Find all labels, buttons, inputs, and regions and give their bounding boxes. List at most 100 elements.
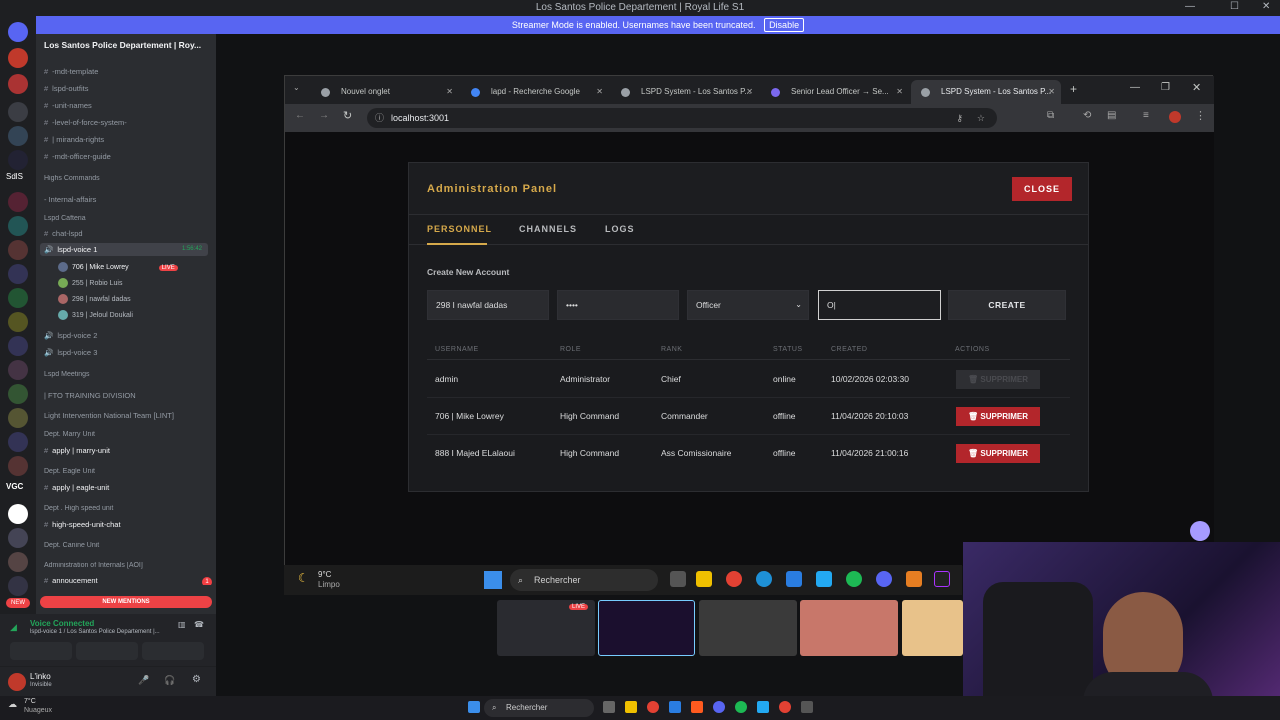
channel-internal-affairs[interactable]: - Internal-affairs	[44, 195, 212, 204]
tab-personnel[interactable]: PERSONNEL	[427, 215, 491, 245]
file-explorer-icon[interactable]	[696, 571, 712, 587]
voice-channel-2[interactable]: 🔊 lspd-voice 2	[44, 331, 212, 340]
role-select[interactable]: Officer ⌄	[687, 290, 809, 320]
channel-highspeed-chat[interactable]: # high-speed-unit-chat	[44, 520, 212, 529]
close-tab-icon[interactable]: ✕	[446, 80, 453, 104]
new-tab-icon[interactable]: +	[1070, 82, 1077, 96]
windows-start-icon[interactable]	[484, 571, 502, 589]
window-thumbnail[interactable]: LIVE	[497, 600, 595, 656]
avatar[interactable]	[8, 673, 26, 691]
signal-icon[interactable]: ◢	[10, 622, 22, 632]
file-explorer-icon[interactable]	[625, 701, 637, 713]
voice-user[interactable]: 706 | Mike Lowrey LIVE	[58, 262, 178, 272]
browser-tab-active[interactable]: LSPD System - Los Santos P... ✕	[911, 80, 1061, 104]
window-thumbnail[interactable]	[800, 600, 898, 656]
server-icon[interactable]	[8, 384, 28, 404]
category-high-commands[interactable]: Highs Commands	[44, 175, 212, 182]
discord-icon[interactable]	[713, 701, 725, 713]
edge-icon[interactable]	[756, 571, 772, 587]
rank-field[interactable]: O|	[818, 290, 941, 320]
gear-icon[interactable]: ⚙	[192, 674, 201, 685]
browser-tab[interactable]: LSPD System - Los Santos P... ✕	[611, 80, 759, 104]
channel-item[interactable]: # | miranda-rights	[44, 135, 212, 144]
tab-search-icon[interactable]: ⌄	[293, 83, 300, 92]
minimize-icon[interactable]: —	[1185, 1, 1195, 12]
site-info-icon[interactable]: ⓘ	[375, 108, 384, 128]
forward-icon[interactable]: →	[319, 110, 329, 121]
channel-item[interactable]: # -unit-names	[44, 101, 212, 110]
windows-start-icon[interactable]	[468, 701, 480, 713]
minimize-icon[interactable]: —	[1130, 82, 1140, 93]
channel-chat-lspd[interactable]: # chat-lspd	[44, 229, 212, 238]
close-button[interactable]: CLOSE	[1012, 177, 1072, 201]
server-name[interactable]: Los Santos Police Departement | Roy...	[44, 40, 214, 50]
new-mentions-pill[interactable]: NEW MENTIONS	[40, 596, 212, 608]
channel-lint[interactable]: Light Intervention National Team [LINT]	[44, 411, 212, 420]
category-marry[interactable]: Dept. Marry Unit	[44, 431, 212, 438]
voice-channel-3[interactable]: 🔊 lspd-voice 3	[44, 348, 212, 357]
server-vgc-label[interactable]: VGC	[6, 482, 23, 491]
chrome-icon[interactable]	[726, 571, 742, 587]
close-window-icon[interactable]: ✕	[1192, 81, 1201, 94]
window-thumbnail[interactable]	[902, 600, 963, 656]
server-icon[interactable]	[8, 504, 28, 524]
channel-fto[interactable]: | FTO TRAINING DIVISION	[44, 391, 212, 400]
server-icon[interactable]	[8, 312, 28, 332]
server-icon[interactable]	[8, 216, 28, 236]
taskbar-search[interactable]: ⌕ Rechercher	[510, 569, 658, 591]
server-icon[interactable]	[8, 102, 28, 122]
menu-kebab-icon[interactable]: ⋮	[1195, 109, 1206, 122]
back-icon[interactable]: ←	[295, 110, 305, 121]
delete-button[interactable]: 🗑 SUPPRIMER	[956, 444, 1040, 463]
notes-icon[interactable]	[669, 701, 681, 713]
category-highspeed[interactable]: Dept . High speed unit	[44, 505, 212, 512]
tab-logs[interactable]: LOGS	[605, 215, 635, 245]
spotify-icon[interactable]	[846, 571, 862, 587]
microphone-icon[interactable]	[906, 571, 922, 587]
create-button[interactable]: CREATE	[948, 290, 1066, 320]
channel-item[interactable]: # lspd-outfits	[44, 84, 212, 93]
server-icon[interactable]	[8, 360, 28, 380]
close-tab-icon[interactable]: ✕	[896, 80, 903, 104]
server-initials[interactable]: SdlS	[6, 172, 23, 181]
window-thumbnail[interactable]	[598, 600, 695, 656]
media-icon[interactable]: ≡	[1143, 110, 1149, 121]
voice-user[interactable]: 255 | Robio Luis	[58, 278, 122, 288]
password-key-icon[interactable]: ⚷	[956, 108, 963, 128]
server-icon[interactable]	[8, 336, 28, 356]
chrome-icon[interactable]	[647, 701, 659, 713]
server-icon[interactable]	[8, 552, 28, 572]
task-view-icon[interactable]	[603, 701, 615, 713]
extensions-icon[interactable]: ⧉	[1047, 110, 1054, 121]
activities-button[interactable]	[142, 642, 204, 660]
category-canine[interactable]: Dept. Canine Unit	[44, 542, 212, 549]
bookmark-star-icon[interactable]: ☆	[977, 108, 985, 128]
discord-icon[interactable]	[876, 571, 892, 587]
history-icon[interactable]: ⟲	[1083, 110, 1091, 121]
close-tab-icon[interactable]: ✕	[1048, 80, 1055, 104]
channel-item[interactable]: # -mdt-template	[44, 67, 212, 76]
channel-apply-eagle[interactable]: # apply | eagle-unit	[44, 483, 212, 492]
server-icon[interactable]	[8, 264, 28, 284]
restore-icon[interactable]: ❐	[1161, 82, 1170, 93]
channel-item[interactable]: # -mdt-officer-guide	[44, 152, 212, 161]
category-cafeteria[interactable]: Lspd Cafteria	[44, 215, 212, 222]
server-icon[interactable]	[8, 432, 28, 452]
password-field[interactable]: ••••	[557, 290, 679, 320]
browser-tab[interactable]: Senior Lead Officer → Se... ✕	[761, 80, 909, 104]
profile-avatar[interactable]	[1169, 111, 1181, 123]
close-window-icon[interactable]: ✕	[1262, 1, 1270, 12]
server-icon[interactable]	[8, 528, 28, 548]
spotify-icon[interactable]	[735, 701, 747, 713]
close-tab-icon[interactable]: ✕	[596, 80, 603, 104]
server-icon[interactable]	[8, 240, 28, 260]
server-icon[interactable]	[8, 288, 28, 308]
app-icon[interactable]	[934, 571, 950, 587]
vscode-icon[interactable]	[816, 571, 832, 587]
task-view-icon[interactable]	[670, 571, 686, 587]
sidebar-icon[interactable]: ▤	[1107, 110, 1116, 121]
store-icon[interactable]	[786, 571, 802, 587]
category-eagle[interactable]: Dept. Eagle Unit	[44, 468, 212, 475]
camera-button[interactable]	[10, 642, 72, 660]
screen-share-button[interactable]	[76, 642, 138, 660]
